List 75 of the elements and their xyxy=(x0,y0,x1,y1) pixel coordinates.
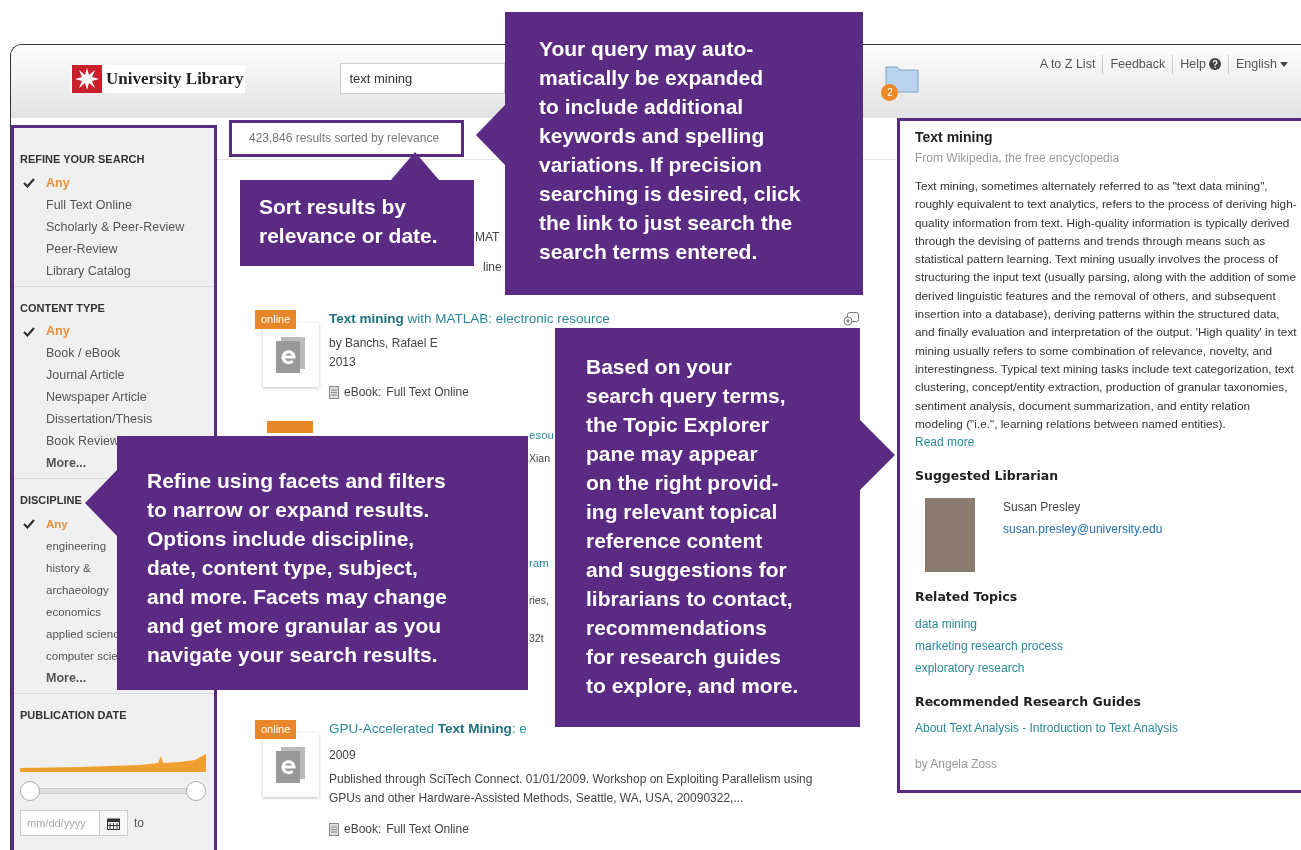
sort-link[interactable]: relevance xyxy=(387,131,440,145)
related-topic-link[interactable]: data mining xyxy=(915,614,1297,633)
topic-summary: Text mining, sometimes alternately referred to as "text data mining", roughly equivalent to text analytics, refers to the process of deriving high-quality information from text. High-quality information is typically derived through the devising of patterns and trends through means such as statistical pattern learning. Text mining usually involves the process of structuring the input text (usually parsing, along with the addition of some derived linguistic features and the removal of others, and subsequent insertion into a database), deriving patterns within the structured data, and finally evaluation and interpretation of the output. 'High quality' in text mining usually refers to some combination of relevance, novelty, and interestingness. Typical text mining tasks include text categorization, text clustering, concept/entity extraction, production of granular taxonomies, sentiment analysis, document summarization, and entity relation modeling ("i.e.", learning relations between named entities). xyxy=(915,178,1297,433)
filter-option[interactable]: Journal Article xyxy=(46,364,125,386)
text-fragment: MAT xyxy=(475,229,500,246)
ebook-icon xyxy=(276,336,306,373)
librarian-name: Susan Presley xyxy=(1003,498,1082,516)
count-badge: 2 xyxy=(881,84,899,101)
share-icon[interactable] xyxy=(843,312,859,326)
full-text-link[interactable]: Full Text Online xyxy=(386,383,469,401)
header-link[interactable]: A to Z List xyxy=(1032,55,1103,74)
document-icon xyxy=(329,822,339,836)
guide-link[interactable]: About Text Analysis - Introduction to Text Analysis xyxy=(915,719,1297,738)
section-heading: CONTENT TYPE xyxy=(20,300,105,316)
date-range-slider[interactable] xyxy=(20,780,206,802)
filter-option[interactable]: Full Text Online xyxy=(46,193,132,216)
guide-author: by Angela Zoss xyxy=(915,756,999,774)
filter-option[interactable]: Scholarly & Peer-Review xyxy=(46,215,185,238)
to-label: to xyxy=(134,815,144,832)
filter-option[interactable]: engineering xyxy=(46,534,107,557)
date-field[interactable]: mm/dd/yyyy xyxy=(20,810,100,836)
full-text-link[interactable]: Full Text Online xyxy=(386,820,469,838)
online-badge: online xyxy=(255,720,297,739)
annotation-callout: Your query may auto- matically be expanded to include additional keywords and spelling variations. If precision searching is desired, click the link to just search the search terms entered. xyxy=(505,12,863,295)
document-icon xyxy=(329,385,339,399)
publication-year: 2009 xyxy=(329,747,357,764)
search-field[interactable]: text mining xyxy=(340,63,506,94)
read-more-link[interactable]: Read more xyxy=(915,433,975,452)
filter-option[interactable]: Book / eBook xyxy=(46,342,121,364)
filter-option[interactable]: Dissertation/Thesis xyxy=(46,408,153,430)
header-link[interactable]: Feedback xyxy=(1102,55,1173,74)
filter-option[interactable]: economics xyxy=(46,600,101,623)
filter-option[interactable]: computer scie xyxy=(46,644,118,667)
results-summary: 423,846 results sorted by relevance xyxy=(229,120,465,157)
section-heading: PUBLICATION DATE xyxy=(20,707,127,723)
ebook-icon xyxy=(276,746,306,783)
filter-option[interactable]: Library Catalog xyxy=(46,259,131,282)
text-fragment: ries, xyxy=(529,593,549,608)
topic-title: Text mining xyxy=(915,128,994,147)
logo-text: University Library xyxy=(106,68,244,91)
section-heading: Suggested Librarian xyxy=(915,467,1060,486)
more-link[interactable]: More... xyxy=(46,452,87,474)
section-heading: Recommended Research Guides xyxy=(915,692,1142,711)
section-heading: DISCIPLINE xyxy=(20,493,82,508)
text-fragment: esou xyxy=(529,428,554,443)
header-link[interactable]: Help xyxy=(1172,55,1228,74)
filter-option[interactable]: Newspaper Article xyxy=(46,386,147,408)
annotation-callout: Sort results by relevance or date. xyxy=(240,180,474,266)
filter-option[interactable]: applied scienc xyxy=(46,622,119,645)
related-topic-link[interactable]: marketing research process xyxy=(915,636,1297,655)
result-description: Published through SciTech Connect. 01/01/2009. Workshop on Exploiting Parallelism using GPUs and other Hardware-Assisted Methods, Seattle, WA, USA, 20090322,... xyxy=(329,771,814,807)
result-title[interactable]: Text mining with MATLAB: electronic resource xyxy=(329,311,610,327)
related-topic-link[interactable]: exploratory research xyxy=(915,658,1297,677)
filter-option[interactable]: Peer-Review xyxy=(46,237,118,260)
text-fragment: Xian xyxy=(529,451,550,466)
calendar-button[interactable] xyxy=(100,810,128,836)
annotation-callout: Based on your search query terms, the Topic Explorer pane may appear on the right provid- ing relevant topical reference content and suggestions for librarians to contact, recommendations for research guides to explore, and more. xyxy=(555,328,860,727)
calendar-icon xyxy=(107,816,120,830)
text-fragment: 32t xyxy=(529,631,544,646)
more-link[interactable]: More... xyxy=(46,666,87,689)
section-heading: Related Topics xyxy=(915,587,1019,606)
online-badge: online xyxy=(255,310,297,329)
header-link[interactable]: English xyxy=(1228,55,1295,74)
format-label: eBook: xyxy=(344,821,382,838)
help-icon xyxy=(1209,58,1221,71)
text-fragment: ram xyxy=(529,556,549,571)
topic-source: From Wikipedia, the free encyclopedia xyxy=(915,150,1121,167)
result-title[interactable]: GPU-Accelerated Text Mining: e xyxy=(329,721,527,737)
annotation-callout: Refine using facets and filters to narrow or expand results. Options include discipline, date, content type, subject, and more. Facets may change and get more granular as you navigate your search results. xyxy=(117,436,528,690)
author-link[interactable]: Banchs, Rafael E xyxy=(345,336,438,350)
text-fragment: line xyxy=(483,259,502,276)
format-label: eBook: xyxy=(344,384,382,401)
email-link[interactable]: susan.presley@university.edu xyxy=(1003,519,1163,538)
caret-icon xyxy=(1280,61,1288,67)
section-heading: REFINE YOUR SEARCH xyxy=(20,152,145,167)
